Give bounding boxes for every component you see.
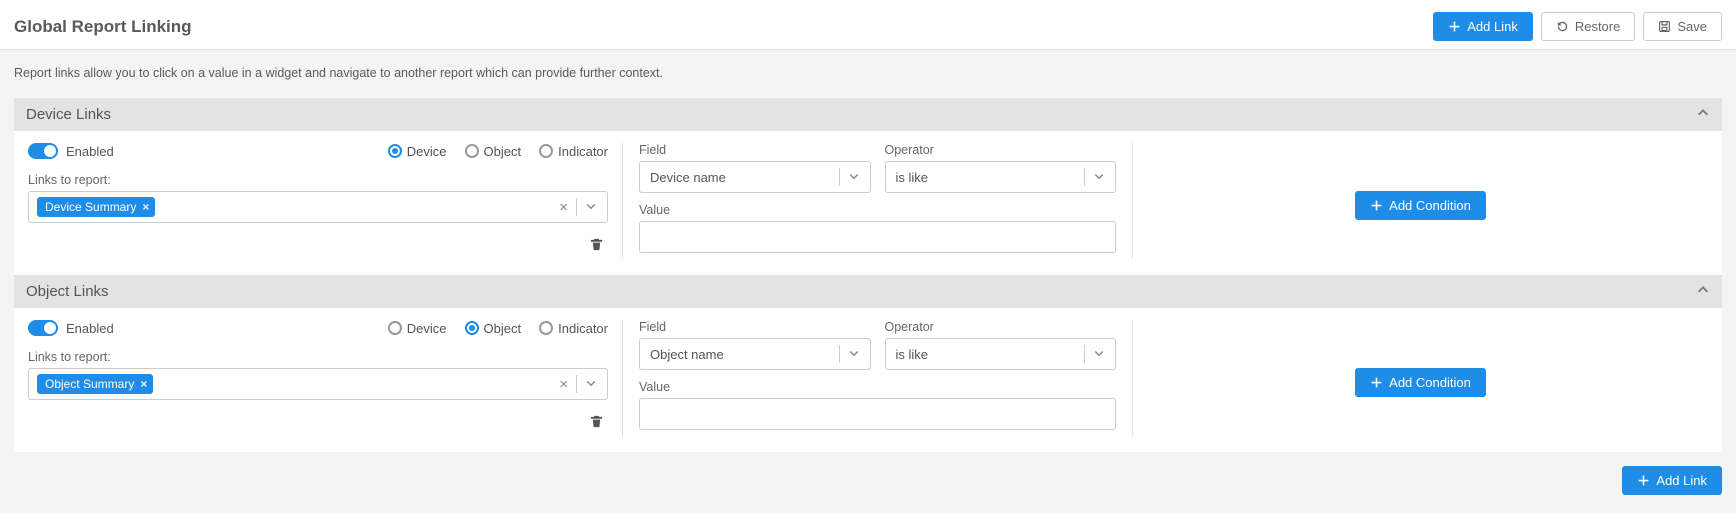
radio-device[interactable]: Device [388,144,447,159]
radio-object[interactable]: Object [465,144,522,159]
chevron-down-icon[interactable] [1087,347,1111,362]
field-value: Object name [650,347,724,362]
value-input[interactable] [639,398,1116,430]
section-title: Object Links [26,283,109,300]
value-label: Value [639,203,1116,217]
delete-link-button[interactable] [585,410,608,436]
chevron-down-icon[interactable] [579,200,603,215]
add-link-footer-label: Add Link [1656,473,1707,488]
operator-label: Operator [885,143,1117,157]
tag-remove-icon[interactable]: × [140,377,147,391]
radio-indicator-label: Indicator [558,144,608,159]
section-header[interactable]: Device Links [14,98,1722,131]
add-link-button[interactable]: Add Link [1433,12,1533,41]
chevron-down-icon[interactable] [842,170,866,185]
chevron-up-icon[interactable] [1696,106,1710,123]
enabled-label: Enabled [66,321,114,336]
section-header[interactable]: Object Links [14,275,1722,308]
add-condition-button[interactable]: Add Condition [1355,191,1486,220]
separator [839,168,840,186]
separator [839,345,840,363]
add-condition-button[interactable]: Add Condition [1355,368,1486,397]
field-value: Device name [650,170,726,185]
restore-button[interactable]: Restore [1541,12,1636,41]
operator-value: is like [896,170,929,185]
enabled-toggle[interactable] [28,320,58,336]
field-select[interactable]: Object name [639,338,871,370]
radio-object-label: Object [484,321,522,336]
add-link-label: Add Link [1467,19,1518,34]
plus-icon [1637,474,1650,487]
radio-indicator-label: Indicator [558,321,608,336]
page-title: Global Report Linking [14,17,192,37]
section-title: Device Links [26,106,111,123]
operator-select[interactable]: is like [885,338,1117,370]
radio-object-label: Object [484,144,522,159]
links-to-report-label: Links to report: [28,350,608,364]
operator-value: is like [896,347,929,362]
chevron-up-icon[interactable] [1696,283,1710,300]
radio-indicator[interactable]: Indicator [539,321,608,336]
enabled-label: Enabled [66,144,114,159]
type-radio-group: Device Object Indicator [388,144,608,159]
operator-label: Operator [885,320,1117,334]
save-icon [1658,20,1671,33]
radio-device-label: Device [407,144,447,159]
field-select[interactable]: Device name [639,161,871,193]
radio-device-label: Device [407,321,447,336]
restore-icon [1556,20,1569,33]
save-label: Save [1677,19,1707,34]
plus-icon [1370,199,1383,212]
page-description: Report links allow you to click on a val… [0,50,1736,98]
plus-icon [1370,376,1383,389]
separator [576,198,577,216]
chevron-down-icon[interactable] [579,377,603,392]
combo-clear-icon[interactable]: × [553,199,574,216]
report-combo[interactable]: Device Summary × × [28,191,608,223]
restore-label: Restore [1575,19,1621,34]
enabled-toggle[interactable] [28,143,58,159]
radio-indicator[interactable]: Indicator [539,144,608,159]
chevron-down-icon[interactable] [842,347,866,362]
trash-icon [589,414,604,429]
radio-object[interactable]: Object [465,321,522,336]
delete-link-button[interactable] [585,233,608,259]
report-tag: Device Summary × [37,197,155,217]
add-link-footer-button[interactable]: Add Link [1622,466,1722,495]
value-label: Value [639,380,1116,394]
tag-remove-icon[interactable]: × [142,200,149,214]
report-tag-text: Object Summary [45,377,134,391]
separator [1084,345,1085,363]
plus-icon [1448,20,1461,33]
report-tag: Object Summary × [37,374,153,394]
links-to-report-label: Links to report: [28,173,608,187]
chevron-down-icon[interactable] [1087,170,1111,185]
value-input[interactable] [639,221,1116,253]
add-condition-label: Add Condition [1389,198,1471,213]
field-label: Field [639,143,871,157]
save-button[interactable]: Save [1643,12,1722,41]
field-label: Field [639,320,871,334]
separator [576,375,577,393]
separator [1084,168,1085,186]
trash-icon [589,237,604,252]
report-tag-text: Device Summary [45,200,136,214]
add-condition-label: Add Condition [1389,375,1471,390]
operator-select[interactable]: is like [885,161,1117,193]
radio-device[interactable]: Device [388,321,447,336]
report-combo[interactable]: Object Summary × × [28,368,608,400]
combo-clear-icon[interactable]: × [553,376,574,393]
type-radio-group: Device Object Indicator [388,321,608,336]
